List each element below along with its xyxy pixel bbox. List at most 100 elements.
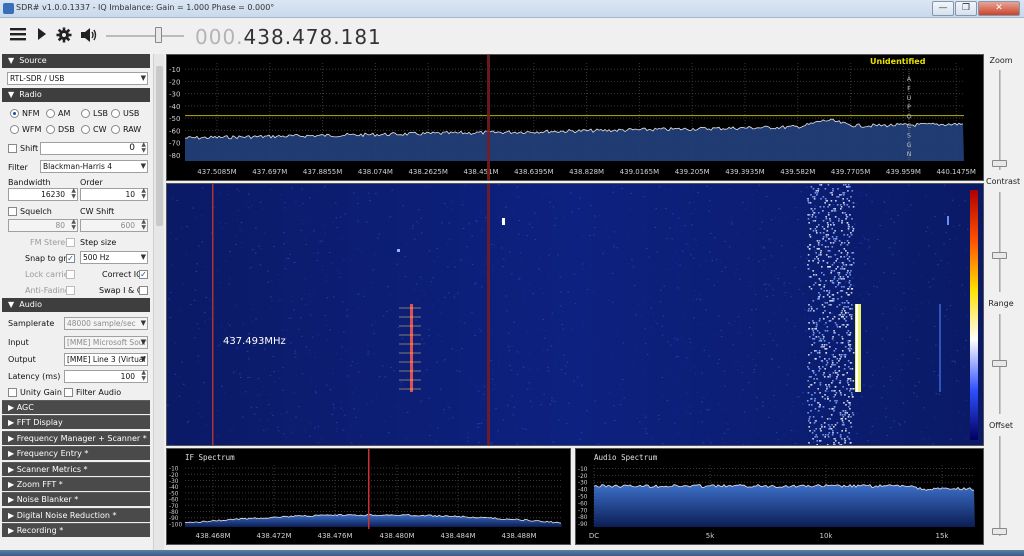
waterfall-panel[interactable]: 437.493MHz — [166, 183, 984, 446]
zoom-slider-track[interactable] — [999, 70, 1001, 170]
spectrum-y-tick: -20 — [169, 78, 180, 86]
frequency-display[interactable]: 000.438.478.181 — [195, 25, 382, 49]
close-button[interactable]: ✕ — [978, 1, 1020, 16]
hamburger-menu-icon[interactable] — [10, 27, 26, 45]
input-label: Input — [8, 338, 29, 347]
plugin-section-header[interactable]: ▶ Digital Noise Reduction * — [2, 507, 150, 522]
source-device-select[interactable]: RTL-SDR / USB ▼ — [7, 72, 148, 85]
plugin-section-header[interactable]: ▶ AGC — [2, 400, 150, 414]
correctiq-checkbox[interactable]: ✓ — [139, 270, 148, 279]
source-section-header[interactable]: ▼ Source — [2, 54, 150, 68]
swapiq-label: Swap I & Q — [99, 286, 144, 295]
contrast-label: Contrast — [986, 177, 1021, 186]
gear-icon[interactable] — [56, 27, 72, 47]
filter-label: Filter — [8, 163, 28, 172]
radio-section-header[interactable]: ▼ Radio — [2, 88, 150, 102]
waterfall-plot[interactable]: 437.493MHz — [167, 184, 983, 446]
offset-slider-track[interactable] — [999, 436, 1001, 536]
latency-label: Latency (ms) — [8, 372, 61, 381]
waterfall-vfo-marker[interactable] — [487, 184, 490, 445]
plugin-section-header[interactable]: ▶ Scanner Metrics * — [2, 461, 150, 476]
range-slider-knob[interactable] — [992, 360, 1007, 367]
unitygain-label: Unity Gain — [20, 388, 62, 397]
mode-radio-cw[interactable] — [81, 125, 90, 134]
input-device-select[interactable]: [MME] Microsoft Soun ▼ — [64, 336, 148, 349]
plugin-section-header[interactable]: ▶ Zoom FFT * — [2, 477, 150, 491]
waterfall-blip — [502, 218, 505, 225]
mode-radio-nfm[interactable] — [10, 109, 19, 118]
antifading-label: Anti-Fading — [25, 286, 71, 295]
contrast-slider-knob[interactable] — [992, 252, 1007, 259]
mode-radio-raw[interactable] — [111, 125, 120, 134]
contrast-slider-track[interactable] — [999, 192, 1001, 292]
bandwidth-input[interactable]: 16230 ▲ ▼ — [8, 188, 78, 201]
mode-radio-wfm[interactable] — [10, 125, 19, 134]
output-device-select[interactable]: [MME] Line 3 (Virtual A ▼ — [64, 353, 148, 366]
lockcarrier-label: Lock carrier — [25, 270, 72, 279]
spectrum-x-tick: 438.468M — [196, 532, 231, 540]
shift-checkbox[interactable] — [8, 144, 17, 153]
signal-status-label: Unidentified — [870, 57, 926, 66]
main-spectrum-plot[interactable]: -10 -20 -30 -40 -50 -60 -70 -80 437.5085M 437.697… — [167, 55, 983, 180]
shift-input[interactable]: 0 ▲ ▼ — [40, 142, 148, 155]
plugin-section-header[interactable]: ▶ Frequency Manager + Scanner * — [2, 430, 150, 445]
volume-slider-knob[interactable] — [155, 27, 162, 43]
spectrum-x-tick: DC — [589, 532, 599, 540]
mode-radio-dsb[interactable] — [46, 125, 55, 134]
audio-section-header[interactable]: ▼ Audio — [2, 298, 150, 312]
stepsize-select[interactable]: 500 Hz ▼ — [80, 251, 148, 264]
lockcarrier-checkbox[interactable] — [66, 270, 75, 279]
filter-select[interactable]: Blackman-Harris 4 ▼ — [40, 160, 148, 173]
order-input[interactable]: 10 ▲ ▼ — [80, 188, 148, 201]
spectrum-y-tick: -70 — [169, 140, 180, 148]
spectrum-y-tick: -70 — [578, 508, 588, 514]
main-spectrum-panel[interactable]: -10 -20 -30 -40 -50 -60 -70 -80 437.5085M 437.697… — [166, 54, 984, 181]
fmstereo-checkbox[interactable] — [66, 238, 75, 247]
squelch-input[interactable]: 80 ▲ ▼ — [8, 219, 78, 232]
samplerate-label: Samplerate — [8, 319, 55, 328]
output-device-value: [MME] Line 3 (Virtual A — [67, 355, 148, 364]
squelch-checkbox[interactable] — [8, 207, 17, 216]
shift-label: Shift — [20, 144, 39, 153]
mode-radio-am[interactable] — [46, 109, 55, 118]
plugin-section-header[interactable]: ▶ Noise Blanker * — [2, 492, 150, 507]
cwshift-input[interactable]: 600 ▲ ▼ — [80, 219, 148, 232]
spectrum-y-tick: -80 — [169, 152, 180, 160]
vfo-marker[interactable] — [487, 55, 490, 180]
waterfall-faint-blip — [947, 216, 949, 225]
mode-radio-lsb[interactable] — [81, 109, 90, 118]
audio-spectrum-plot[interactable]: Audio Spectrum -10-20-30-40-50-60-70-80-9… — [576, 449, 983, 544]
plugin-section-header[interactable]: ▶ FFT Display — [2, 415, 150, 430]
mode-radio-usb[interactable] — [111, 109, 120, 118]
antifading-checkbox[interactable] — [66, 286, 75, 295]
unitygain-checkbox[interactable] — [8, 388, 17, 397]
plugin-section-header[interactable]: ▶ Frequency Entry * — [2, 446, 150, 461]
samplerate-select[interactable]: 48000 sample/sec ▼ — [64, 317, 148, 330]
volume-slider-track[interactable] — [106, 35, 184, 37]
mode-label-lsb: LSB — [93, 109, 109, 118]
squelch-value: 80 — [55, 221, 65, 230]
maximize-button[interactable]: ❐ — [955, 1, 977, 16]
spectrum-y-tick: -20 — [169, 473, 179, 479]
spectrum-x-tick: 5k — [706, 532, 715, 540]
left-control-panel: ▼ Source RTL-SDR / USB ▼ ▼ Radio Shift 0 ▲… — [0, 54, 152, 550]
if-spectrum-plot[interactable]: IF Spectrum -10-20-30-40-50-60-70-80-90-1… — [167, 449, 570, 544]
spectrum-y-tick: -80 — [169, 510, 179, 516]
offset-slider-knob[interactable] — [992, 528, 1007, 535]
play-icon[interactable] — [37, 27, 47, 45]
scrollbar-thumb[interactable] — [156, 66, 163, 226]
audio-spectrum-panel[interactable]: Audio Spectrum -10 -20 -30 -40 -50 -60 -70 -80 -9… — [575, 448, 984, 545]
plugin-section-header[interactable]: ▶ Recording * — [2, 523, 150, 538]
stepsize-label: Step size — [80, 238, 117, 247]
snap-checkbox[interactable]: ✓ — [66, 254, 75, 263]
latency-input[interactable]: 100 ▲ ▼ — [64, 370, 148, 383]
vfo-marker[interactable] — [368, 449, 370, 529]
swapiq-checkbox[interactable] — [139, 286, 148, 295]
spectrum-y-tick: -90 — [578, 522, 588, 528]
speaker-icon[interactable] — [80, 27, 98, 47]
if-spectrum-panel[interactable]: IF Spectrum -10 -20 -30 -40 -50 -60 -70 -80 -90 -1… — [166, 448, 571, 545]
filteraudio-checkbox[interactable] — [64, 388, 73, 397]
minimize-button[interactable]: — — [932, 1, 954, 16]
left-panel-scrollbar[interactable] — [153, 54, 164, 550]
zoom-slider-knob[interactable] — [992, 160, 1007, 167]
